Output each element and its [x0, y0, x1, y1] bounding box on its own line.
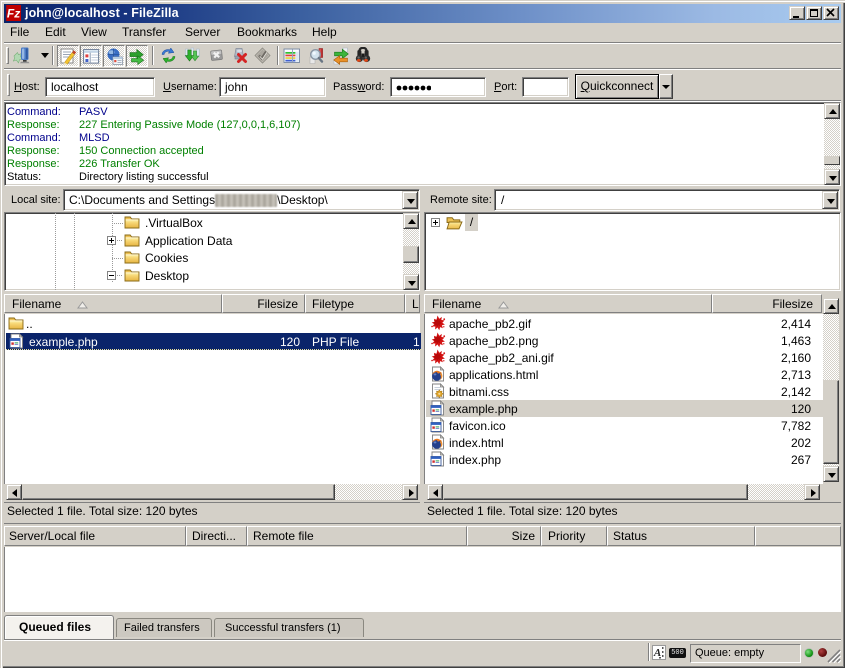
svg-text:Fz: Fz	[7, 7, 20, 21]
